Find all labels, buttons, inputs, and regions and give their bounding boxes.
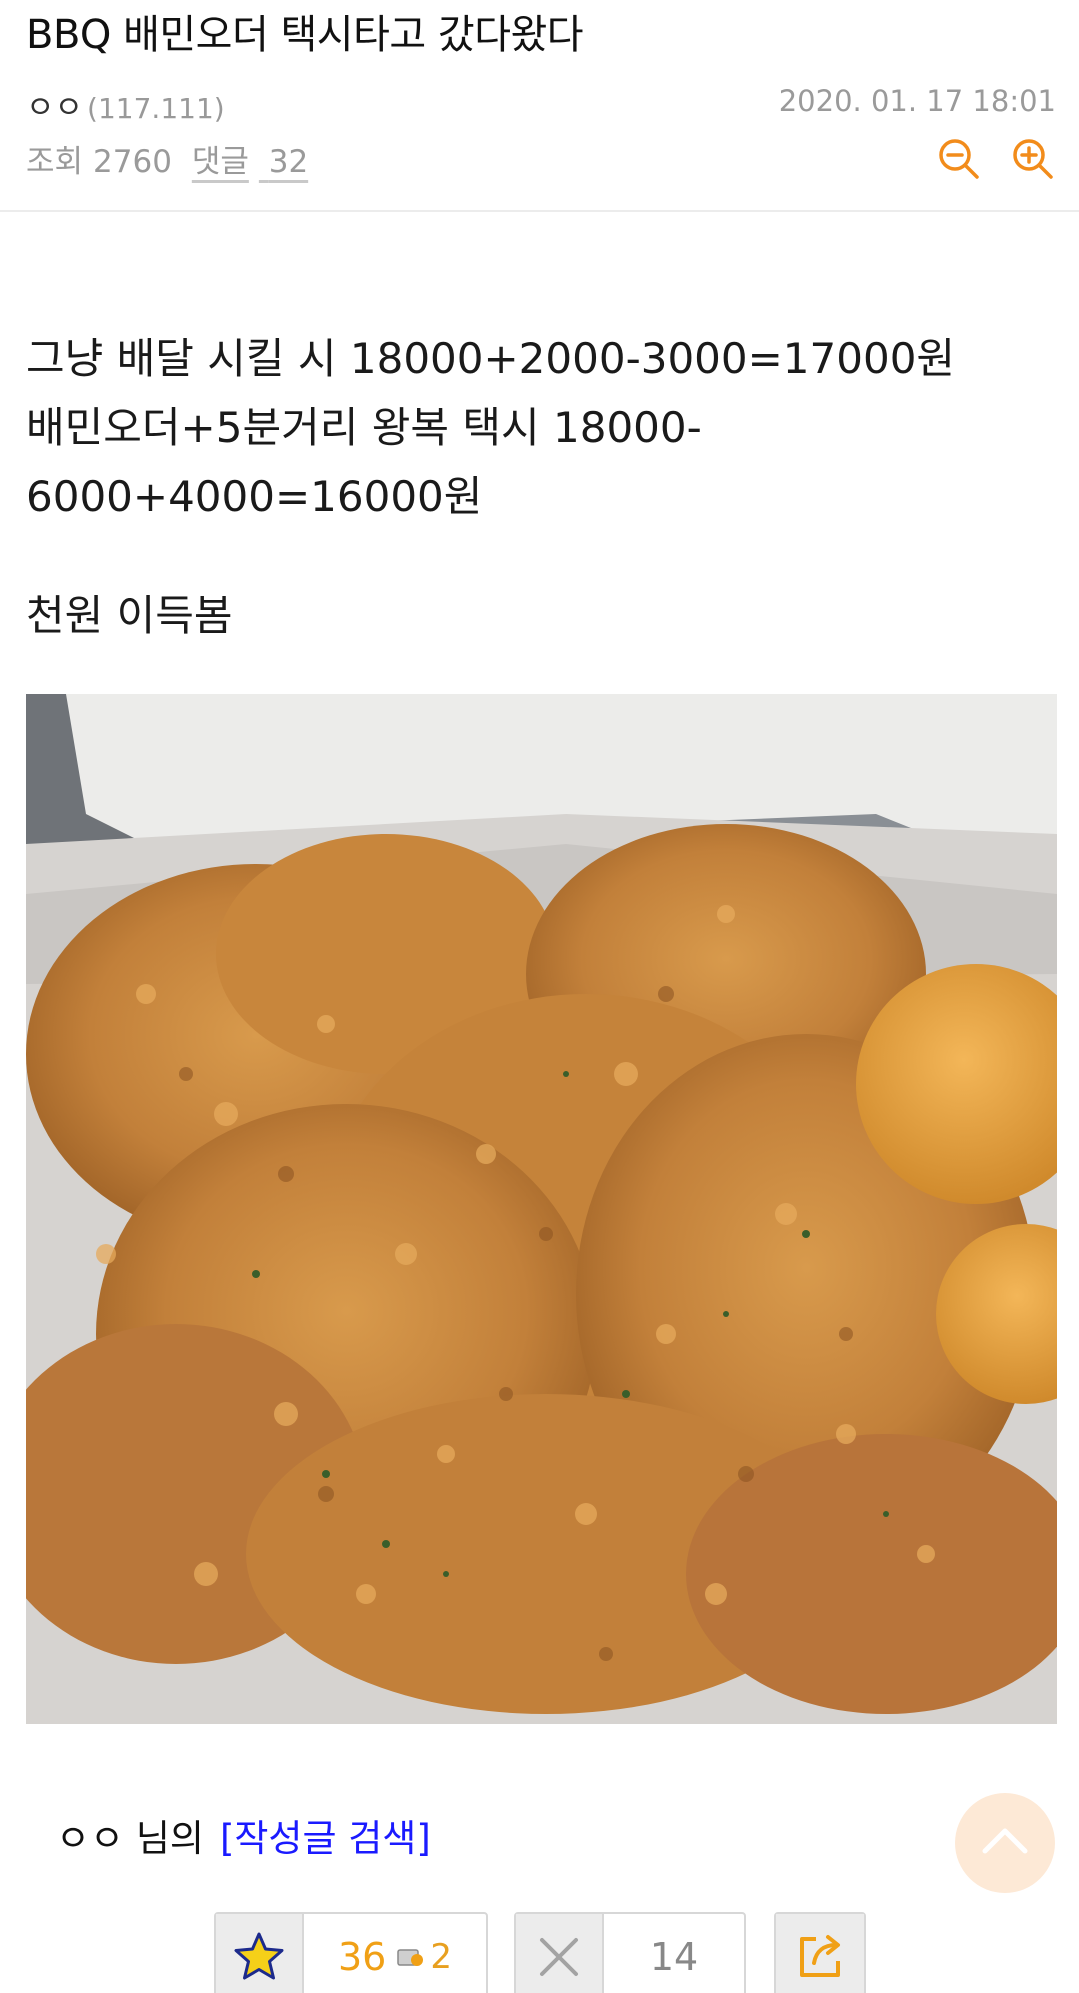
recommend-counts: 36 2 [304,1914,486,1993]
zoom-in-icon [1013,139,1053,179]
share-button[interactable] [774,1912,866,1993]
post-stats: 조회 2760 댓글 32 [26,136,1056,186]
post-body: 그냥 배달 시킬 시 18000+2000-3000=17000원 배민오더+5… [26,324,1056,650]
views-label: 조회 [26,144,84,180]
not-recommend-button[interactable] [516,1914,604,1993]
zoom-in-button[interactable] [1010,136,1056,182]
star-icon [234,1932,284,1980]
share-icon [800,1935,840,1977]
post-author[interactable]: ㅇㅇ (117.111) [26,82,225,127]
post-header: BBQ 배민오더 택시타고 갔다왔다 ㅇㅇ (117.111) 2020. 01.… [0,0,1079,212]
comments-count: 32 [268,144,309,180]
author-name: ㅇㅇ [26,90,84,126]
recommend-button[interactable] [216,1914,304,1993]
views-count: 2760 [93,144,172,180]
zoom-out-icon [939,139,979,179]
x-icon [540,1938,578,1976]
body-paragraph: 천원 이득봄 [26,581,1056,650]
author-search-name: ㅇㅇ [56,1817,125,1860]
body-line: 그냥 배달 시킬 시 18000+2000-3000=17000원 [26,334,956,383]
not-recommend-counts: 14 [604,1914,744,1993]
scroll-top-button[interactable] [955,1793,1055,1893]
recommend-count: 36 [338,1935,387,1979]
body-line: 배민오더+5분거리 왕복 택시 18000- [26,403,702,452]
body-paragraph: 그냥 배달 시킬 시 18000+2000-3000=17000원 배민오더+5… [26,324,1056,531]
not-recommend-count: 14 [649,1935,699,1979]
recommend-button-group[interactable]: 36 2 [214,1912,488,1993]
search-posts-link[interactable]: [작성글 검색] [220,1817,431,1860]
zoom-out-button[interactable] [936,136,982,182]
author-search-row: ㅇㅇ 님의 [작성글 검색] [56,1808,431,1862]
chevron-up-icon [982,1828,1028,1854]
comments-label: 댓글 [191,144,249,180]
author-ip: (117.111) [87,92,225,125]
post-title: BBQ 배민오더 택시타고 갔다왔다 [26,12,584,58]
fixed-recommend: 2 [396,1937,452,1977]
share-icon-wrap [776,1914,864,1993]
not-recommend-button-group[interactable]: 14 [514,1912,746,1993]
post-image-fried-chicken[interactable] [26,694,1057,1724]
fixed-recommend-icon [397,1949,424,1966]
post-date: 2020. 01. 17 18:01 [778,84,1056,118]
body-line: 6000+4000=16000원 [26,472,483,521]
fixed-recommend-count: 2 [430,1937,452,1977]
fried-chicken-illustration [26,694,1057,1724]
comments-link[interactable]: 댓글 32 [192,144,318,180]
author-search-suffix: 님의 [135,1817,204,1860]
post-meta: ㅇㅇ (117.111) 2020. 01. 17 18:01 [26,82,1056,126]
body-line: 천원 이득봄 [26,591,233,640]
